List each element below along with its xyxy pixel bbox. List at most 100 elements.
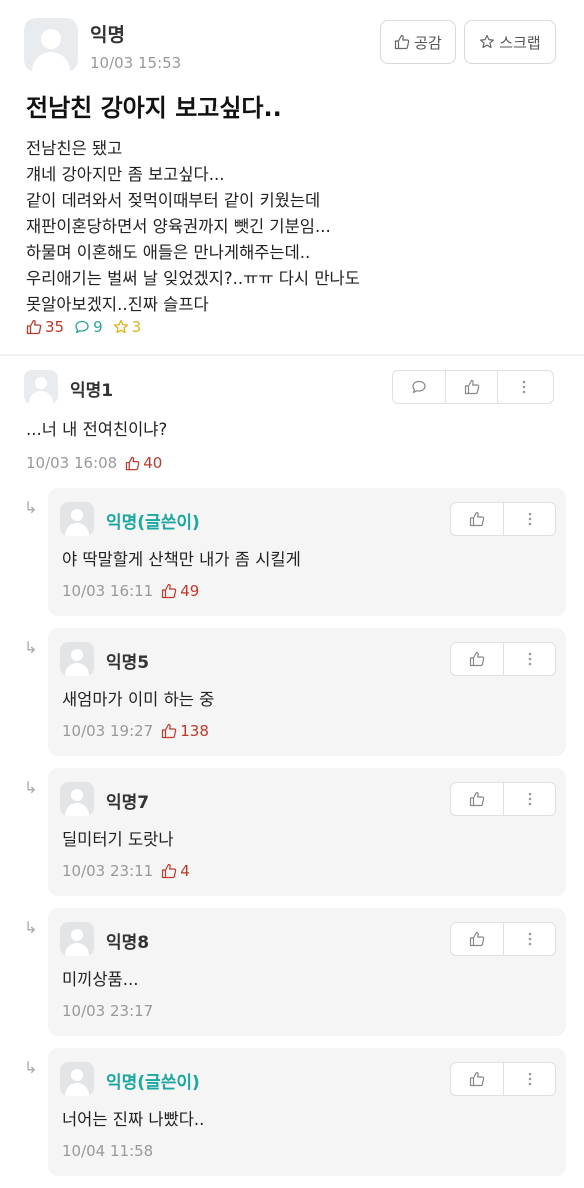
comment-text: ...너 내 전여친이냐? — [26, 420, 168, 439]
reply-actions — [450, 502, 556, 536]
thumbs-up-icon — [464, 379, 480, 395]
reply-meta: 10/03 16:11 49 — [62, 582, 199, 600]
thumbs-up-icon — [161, 863, 177, 879]
reply-like-button[interactable] — [451, 923, 503, 955]
post-date: 10/03 15:53 — [90, 54, 182, 72]
reply-like-count: 138 — [161, 722, 209, 740]
more-button[interactable] — [503, 1063, 555, 1095]
reply-text: 야 딱말할게 산책만 내가 좀 시킬게 — [62, 550, 301, 569]
kebab-menu-icon — [528, 652, 532, 666]
reply-author: 익명8 — [106, 933, 150, 953]
thumbs-up-icon — [161, 723, 177, 739]
reply-date: 10/03 16:11 — [62, 582, 154, 600]
post-body-line: 전남친은 됐고 — [26, 139, 123, 158]
divider — [0, 354, 584, 356]
like-count: 35 — [26, 318, 64, 336]
reply-arrow-icon: ↳ — [24, 778, 38, 797]
avatar — [60, 922, 94, 956]
reply-item: 익명(글쓴이) 야 딱말할게 산책만 내가 좀 시킬게 10/03 16:11 49 — [48, 488, 566, 616]
speech-bubble-icon — [74, 319, 90, 335]
more-button[interactable] — [503, 783, 555, 815]
post-stats: 35 9 3 — [26, 318, 141, 336]
post-body-line: 걔네 강아지만 좀 보고싶다... — [26, 165, 225, 184]
reply-text: 딜미터기 도랏나 — [62, 830, 174, 849]
comment-actions — [392, 370, 554, 404]
avatar — [60, 642, 94, 676]
like-button-label: 공감 — [414, 33, 442, 52]
kebab-menu-icon — [528, 1072, 532, 1086]
like-button[interactable]: 공감 — [380, 20, 456, 64]
reply-meta: 10/03 23:11 4 — [62, 862, 190, 880]
comment-meta: 10/03 16:08 40 — [26, 454, 162, 472]
comment-like-button[interactable] — [445, 371, 497, 403]
thumbs-up-icon — [469, 791, 485, 807]
reply-meta: 10/04 11:58 — [62, 1142, 153, 1160]
post-header: 익명 10/03 15:53 공감 스크랩 — [24, 18, 564, 78]
avatar — [24, 370, 58, 404]
more-button[interactable] — [503, 643, 555, 675]
thumbs-up-icon — [161, 583, 177, 599]
post-author: 익명 — [90, 24, 125, 46]
thumbs-up-icon — [469, 511, 485, 527]
reply-like-count: 4 — [161, 862, 190, 880]
post-body-line: 우리애기는 벌써 날 잊었겠지?..ㅠㅠ 다시 만나도 — [26, 269, 360, 288]
more-button[interactable] — [503, 503, 555, 535]
more-button[interactable] — [503, 923, 555, 955]
reply-date: 10/03 23:11 — [62, 862, 154, 880]
comment-count: 9 — [74, 318, 103, 336]
avatar — [60, 1062, 94, 1096]
author-avatar — [24, 18, 78, 72]
reply-arrow-icon: ↳ — [24, 638, 38, 657]
reply-item: 익명(글쓴이) 너어는 진짜 나빴다.. 10/04 11:58 — [48, 1048, 566, 1176]
thumbs-up-icon — [394, 34, 410, 50]
thumbs-up-icon — [125, 456, 140, 471]
reply-arrow-icon: ↳ — [24, 918, 38, 937]
star-icon — [479, 34, 495, 50]
reply-date: 10/03 23:17 — [62, 1002, 154, 1020]
reply-like-button[interactable] — [451, 1063, 503, 1095]
reply-arrow-icon: ↳ — [24, 1058, 38, 1077]
scrap-count: 3 — [113, 318, 141, 336]
scrap-button[interactable]: 스크랩 — [464, 20, 556, 64]
scrap-button-label: 스크랩 — [499, 33, 541, 52]
avatar — [60, 502, 94, 536]
thumbs-up-icon — [469, 1071, 485, 1087]
reply-like-button[interactable] — [451, 783, 503, 815]
reply-actions — [450, 782, 556, 816]
post-body-line: 같이 데려와서 젖먹이때부터 같이 키웠는데 — [26, 191, 321, 210]
reply-text: 미끼상품... — [62, 970, 139, 989]
reply-author: 익명7 — [106, 793, 150, 813]
comment-like-count: 40 — [125, 454, 162, 472]
avatar — [60, 782, 94, 816]
reply-item: 익명8 미끼상품... 10/03 23:17 — [48, 908, 566, 1036]
reply-actions — [450, 1062, 556, 1096]
reply-item: 익명5 새엄마가 이미 하는 중 10/03 19:27 138 — [48, 628, 566, 756]
speech-bubble-icon — [411, 379, 427, 395]
reply-like-button[interactable] — [451, 503, 503, 535]
reply-actions — [450, 922, 556, 956]
post-body-line: 하물며 이혼해도 애들은 만나게해주는데.. — [26, 243, 311, 262]
kebab-menu-icon — [528, 512, 532, 526]
reply-date: 10/04 11:58 — [62, 1142, 154, 1160]
reply-text: 너어는 진짜 나빴다.. — [62, 1110, 205, 1129]
comment-date: 10/03 16:08 — [26, 454, 118, 472]
post-body-line: 못알아보겠지..진짜 슬프다 — [26, 295, 209, 314]
kebab-menu-icon — [522, 380, 526, 394]
post-title: 전남친 강아지 보고싶다.. — [26, 94, 282, 122]
reply-like-button[interactable] — [451, 643, 503, 675]
reply-author: 익명(글쓴이) — [106, 1073, 200, 1093]
kebab-menu-icon — [528, 792, 532, 806]
reply-arrow-icon: ↳ — [24, 498, 38, 517]
reply-meta: 10/03 23:17 — [62, 1002, 153, 1020]
reply-item: 익명7 딜미터기 도랏나 10/03 23:11 4 — [48, 768, 566, 896]
post-body: 전남친은 됐고 걔네 강아지만 좀 보고싶다... 같이 데려와서 젖먹이때부터… — [26, 136, 566, 318]
post-body-line: 재판이혼당하면서 양육권까지 뺏긴 기분임... — [26, 217, 331, 236]
reply-date: 10/03 19:27 — [62, 722, 154, 740]
kebab-menu-icon — [528, 932, 532, 946]
comment-item: 익명1 ...너 내 전여친이냐? 10/03 16:08 40 — [24, 370, 564, 480]
reply-button[interactable] — [393, 371, 445, 403]
reply-like-count: 49 — [161, 582, 199, 600]
reply-actions — [450, 642, 556, 676]
more-button[interactable] — [497, 371, 549, 403]
reply-text: 새엄마가 이미 하는 중 — [62, 690, 215, 709]
